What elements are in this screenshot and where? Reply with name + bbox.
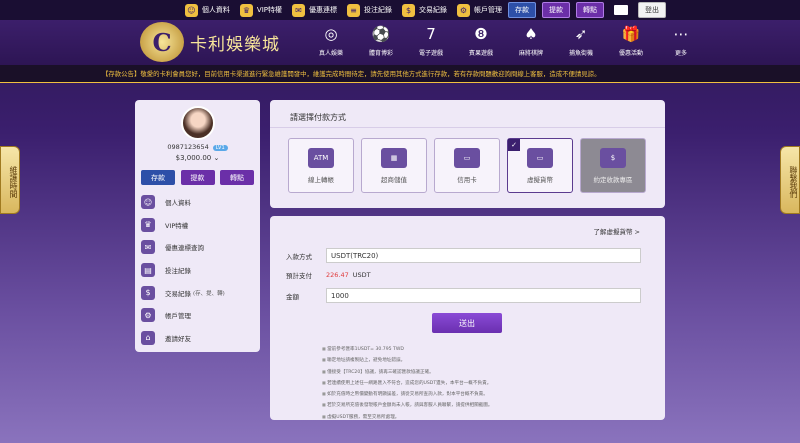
virtual-currency-icon: ▭: [527, 147, 553, 168]
logout-button[interactable]: 登出: [638, 2, 666, 18]
deposit-form-panel: 了解虛擬貨幣 > 入款方式 USDT(TRC20) 預計支付 226.47 US…: [270, 216, 665, 420]
member-sidebar: 0987123654 LV1 $3,000.00 ⌄ 存款 提款 轉點 ☺ 個人資…: [135, 100, 260, 352]
method-atm-transfer[interactable]: ATM 線上轉帳: [288, 138, 354, 193]
sidebar-menu: ☺ 個人資料 ♛ VIP特權 ✉ 優惠連標查詢 ▤ 投注紀錄 $ 交易紀錄 (存、提、轉) …: [135, 191, 260, 349]
method-virtual-currency[interactable]: ✓ ▭ 虛擬貨幣: [507, 138, 573, 193]
method-label: 入款方式: [286, 252, 312, 261]
topbar-transfer-button[interactable]: 轉點: [576, 2, 604, 18]
nav-fishing[interactable]: ➶ 捕魚街機: [556, 24, 606, 57]
sidebar-item-vip[interactable]: ♛ VIP特權: [135, 214, 260, 237]
more-icon: ⋯: [673, 25, 689, 43]
mail-icon[interactable]: [614, 5, 628, 15]
cards-icon: ♠: [524, 25, 538, 43]
document-icon: ▤: [141, 263, 155, 278]
topbar-deposit-button[interactable]: 存款: [508, 2, 536, 18]
payment-method-panel: 請選擇付款方式 ATM 線上轉帳 ▦ 超商儲值 ▭ 信用卡 ✓ ▭ 虛擬貨幣 $…: [270, 100, 665, 208]
soccer-ball-icon: ⚽: [371, 25, 391, 43]
transaction-icon: $: [402, 3, 415, 17]
transaction-icon: $: [141, 285, 155, 300]
nav-more[interactable]: ⋯ 更多: [656, 24, 706, 57]
agreed-payment-icon: $: [600, 147, 626, 168]
gear-icon: ⚙: [141, 308, 155, 323]
topbar-account-link[interactable]: ⚙ 帳戶管理: [457, 3, 502, 17]
crown-icon: ♛: [239, 3, 253, 17]
method-convenience-store[interactable]: ▦ 超商儲值: [361, 138, 427, 193]
estimate-value: 226.47: [326, 271, 349, 279]
maintenance-time-tab[interactable]: 維護時間: [0, 146, 20, 214]
fish-icon: ➶: [574, 25, 588, 43]
nav-slots[interactable]: 7 電子遊戲: [406, 24, 456, 57]
sidebar-item-profile[interactable]: ☺ 個人資料: [135, 191, 260, 214]
submit-button[interactable]: 送出: [432, 313, 502, 333]
topbar-transaction-link[interactable]: $ 交易紀錄: [402, 3, 447, 17]
logo[interactable]: C 卡利娛樂城: [140, 22, 280, 62]
topbar-promo-link[interactable]: ✉ 優惠連標: [292, 3, 337, 17]
topbar-bet-record-link[interactable]: ≡ 投注紀錄: [347, 3, 392, 17]
poker-chip-icon: ◎: [324, 25, 338, 43]
credit-card-icon: ▭: [454, 147, 480, 168]
contact-us-tab[interactable]: 聯繫我們: [780, 146, 800, 214]
level-badge: LV1: [212, 145, 228, 151]
estimate-unit: USDT: [352, 271, 371, 279]
slot-seven-icon: 7: [426, 25, 436, 43]
bingo-ball-icon: ❽: [474, 25, 488, 43]
deposit-method-select[interactable]: USDT(TRC20): [326, 248, 641, 263]
note-item: 聯定地址請複製貼上，避免地址錯誤。: [322, 355, 492, 366]
sidebar-withdraw-button[interactable]: 提款: [180, 170, 215, 185]
payment-method-title: 請選擇付款方式: [270, 100, 665, 128]
note-item: 僅接受【TRC20】協議，請再三確認匯款協議正確。: [322, 367, 492, 378]
sidebar-item-account[interactable]: ⚙ 帳戶管理: [135, 304, 260, 327]
sidebar-item-promo-query[interactable]: ✉ 優惠連標查詢: [135, 236, 260, 259]
announcement-bar: 【存款公告】敬愛的卡利會員您好，目前信用卡渠道進行緊急維護開發中，維護完成時間待…: [0, 65, 800, 83]
estimate-label: 預計支付: [286, 272, 312, 280]
logo-emblem-icon: C: [140, 22, 184, 62]
nav-promotions[interactable]: 🎁 優惠活動: [606, 24, 656, 57]
main-nav: ◎ 真人娛樂 ⚽ 體育博彩 7 電子遊戲 ❽ 賓果遊戲 ♠ 麻將棋牌 ➶ 捕魚街機 🎁 優惠活…: [306, 24, 706, 57]
nav-sports[interactable]: ⚽ 體育博彩: [356, 24, 406, 57]
user-icon: ☺: [184, 3, 198, 17]
topbar-withdraw-button[interactable]: 提款: [542, 2, 570, 18]
gift-icon: ✉: [292, 3, 305, 17]
gear-icon: ⚙: [457, 3, 470, 17]
note-item: 當前參考匯率1USDT= 30.795 TWD: [322, 344, 492, 355]
amount-input[interactable]: 1000: [326, 288, 641, 303]
atm-icon: ATM: [308, 147, 334, 168]
sidebar-item-bet-record[interactable]: ▤ 投注紀錄: [135, 259, 260, 282]
store-icon: ▦: [381, 147, 407, 168]
member-balance: $3,000.00: [175, 154, 212, 162]
gift-icon: ✉: [141, 240, 155, 255]
note-item: 虛擬USDT服務，需至交易所處理。: [322, 412, 492, 423]
checkmark-icon: ✓: [508, 139, 520, 151]
deposit-notes: 當前參考匯率1USDT= 30.795 TWD 聯定地址請複製貼上，避免地址錯誤…: [322, 344, 492, 423]
topbar-vip-link[interactable]: ♛ VIP特權: [239, 3, 282, 17]
note-item: 若連續使用上述任一網路匯入不符合，造成您的USDT遺失，本平台一概不負責。: [322, 378, 492, 389]
sidebar-transfer-button[interactable]: 轉點: [220, 170, 254, 185]
sidebar-item-transaction[interactable]: $ 交易紀錄 (存、提、轉): [135, 281, 260, 304]
nav-bingo[interactable]: ❽ 賓果遊戲: [456, 24, 506, 57]
amount-label: 金額: [286, 292, 299, 301]
sidebar-item-invite[interactable]: ⌂ 邀請好友: [135, 327, 260, 350]
topbar-profile-link[interactable]: ☺ 個人資料: [184, 3, 230, 17]
chevron-down-icon[interactable]: ⌄: [214, 154, 220, 162]
method-credit-card[interactable]: ▭ 信用卡: [434, 138, 500, 193]
gift-icon: 🎁: [621, 25, 641, 43]
main-header: C 卡利娛樂城 ◎ 真人娛樂 ⚽ 體育博彩 7 電子遊戲 ❽ 賓果遊戲 ♠ 麻將棋牌 ➶ 捕…: [0, 20, 800, 65]
logo-text: 卡利娛樂城: [190, 34, 280, 55]
sidebar-deposit-button[interactable]: 存款: [141, 170, 175, 185]
avatar: [180, 106, 215, 140]
top-bar: ☺ 個人資料 ♛ VIP特權 ✉ 優惠連標 ≡ 投注紀錄 $ 交易紀錄 ⚙ 帳戶管理 存款 …: [0, 0, 800, 20]
note-item: 若於交易所充值後發現帳戶金額尚未入帳，請與客服人員聯繫，請提供相關截圖。: [322, 400, 492, 411]
crown-icon: ♛: [141, 217, 155, 232]
note-item: 如於充值時之幣價變動有明顯誤差，請從交易所查詢入款，對本平台概不負責。: [322, 389, 492, 400]
list-icon: ≡: [347, 3, 360, 17]
nav-live-casino[interactable]: ◎ 真人娛樂: [306, 24, 356, 57]
learn-virtual-currency-link[interactable]: 了解虛擬貨幣 >: [593, 226, 640, 236]
method-agreed-payment[interactable]: $ 約定收款專區: [580, 138, 646, 193]
member-phone: 0987123654: [167, 143, 209, 151]
invite-icon: ⌂: [141, 330, 155, 345]
user-icon: ☺: [141, 195, 155, 210]
nav-mahjong[interactable]: ♠ 麻將棋牌: [506, 24, 556, 57]
